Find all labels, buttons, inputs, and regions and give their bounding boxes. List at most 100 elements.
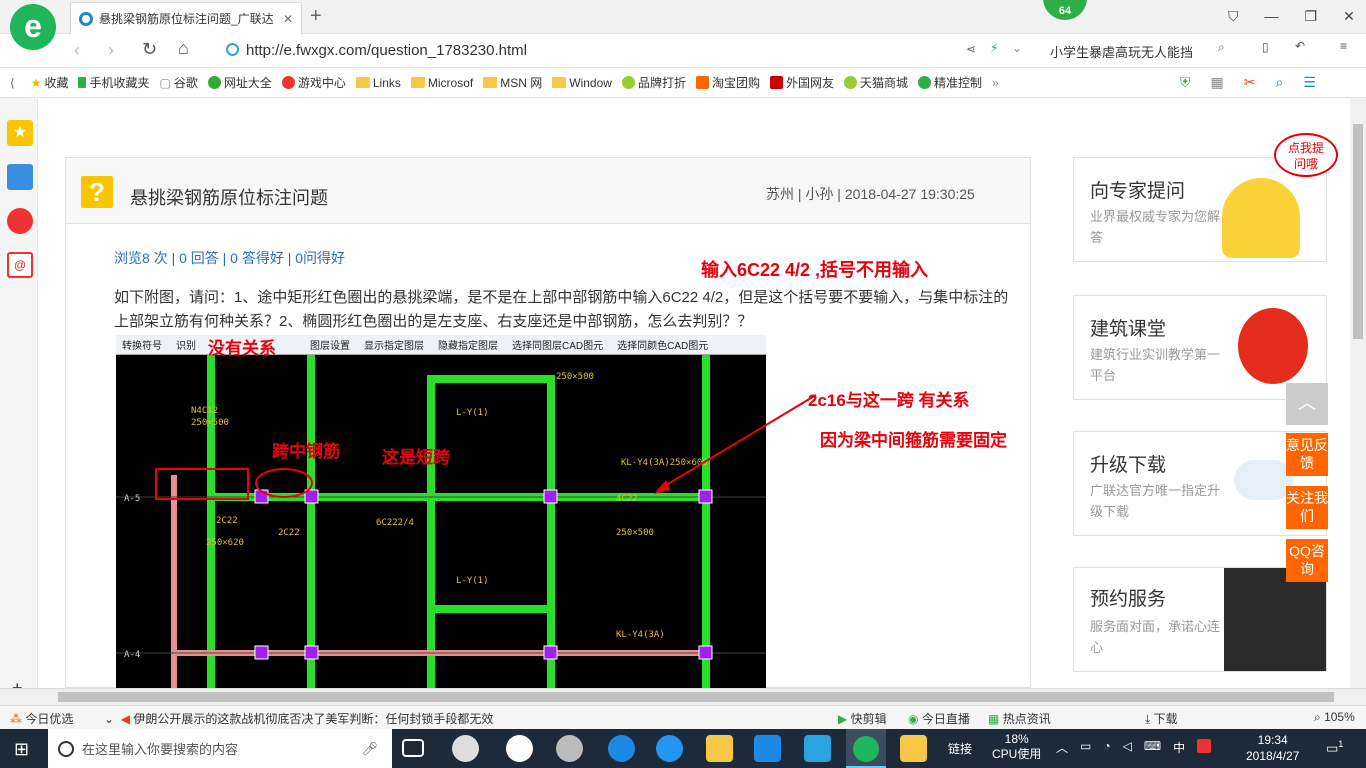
ie-icon[interactable] bbox=[656, 735, 683, 762]
keyboard-icon[interactable]: ⌨ bbox=[1144, 739, 1161, 756]
chrome-icon[interactable] bbox=[556, 735, 583, 762]
status-quickcut[interactable]: ▶ 快剪辑 bbox=[838, 710, 887, 727]
search-icon[interactable]: ⌕ bbox=[1218, 40, 1225, 55]
edge-icon[interactable] bbox=[608, 735, 635, 762]
sidebar-service[interactable]: 预约服务 服务面对面，承诺心连心 bbox=[1073, 567, 1327, 672]
file-explorer-icon[interactable] bbox=[706, 735, 733, 762]
horizontal-scrollbar[interactable] bbox=[0, 688, 1366, 705]
vertical-scrollbar[interactable] bbox=[1350, 98, 1366, 688]
bookmark-links[interactable]: Links bbox=[355, 76, 401, 90]
svg-text:A-5: A-5 bbox=[124, 494, 140, 504]
bookmark-taobao[interactable]: 淘宝团购 bbox=[695, 74, 760, 91]
close-window-icon[interactable]: ✕ bbox=[1343, 8, 1355, 25]
feedback-button[interactable]: 意见反馈 bbox=[1286, 433, 1328, 476]
sidebar-desc: 建筑行业实训教学第一平台 bbox=[1090, 347, 1221, 383]
bookmark-msn[interactable]: MSN 网 bbox=[483, 74, 542, 91]
dropdown-icon[interactable]: ⌄ bbox=[1012, 41, 1022, 55]
active-tab[interactable]: 悬挑梁钢筋原位标注问题_广联达 ✕ bbox=[70, 2, 302, 34]
windows-start-icon[interactable]: ⊞ bbox=[14, 739, 29, 760]
favorites-icon[interactable]: ★ bbox=[7, 120, 33, 146]
phone-icon bbox=[78, 77, 87, 88]
status-live[interactable]: ◉ 今日直播 bbox=[908, 710, 970, 727]
svg-text:4C22: 4C22 bbox=[616, 494, 638, 504]
bookmark-microsoft[interactable]: Microsof bbox=[410, 76, 473, 90]
bookmark-google[interactable]: ▢ 谷歌 bbox=[159, 74, 197, 91]
clock[interactable]: 19:34 2018/4/27 bbox=[1246, 732, 1299, 764]
news-ticker[interactable]: ⌄ ◀ 伊朗公开展示的这款战机彻底否决了美军判断：任何封锁手段都无效 bbox=[104, 710, 493, 727]
back-icon[interactable]: ‹ bbox=[74, 40, 80, 61]
volume-icon[interactable]: ◁ bbox=[1123, 739, 1132, 756]
taskbar-search[interactable]: 在这里输入你要搜索的内容 🎤︎ bbox=[48, 729, 392, 768]
undo-icon[interactable]: ↶ bbox=[1295, 39, 1305, 53]
system-tray: ︿ ▭ ◔ ◁ ⌨ 中 bbox=[1056, 739, 1212, 756]
left-sidebar: ★ @ + bbox=[0, 98, 38, 698]
search-field[interactable]: 小学生暴虐高玩无人能挡 bbox=[1050, 42, 1193, 61]
bookmark-windows[interactable]: Window bbox=[552, 76, 612, 90]
plus-app-icon[interactable] bbox=[804, 735, 831, 762]
magnifier-icon[interactable]: ⌕ bbox=[1275, 74, 1283, 91]
network-icon[interactable]: ▭ bbox=[1080, 739, 1091, 756]
tools-icon[interactable]: ▦ bbox=[1211, 74, 1224, 91]
menu-icon[interactable]: ☰ bbox=[1303, 74, 1316, 91]
url-field[interactable]: http://e.fwxgx.com/question_1783230.html bbox=[246, 42, 527, 59]
bookmark-foreign[interactable]: 外国网友 bbox=[769, 74, 834, 91]
ie-green-icon[interactable] bbox=[506, 735, 533, 762]
lightning-icon[interactable]: ⚡ bbox=[990, 41, 998, 55]
sidebar-desc: 服务面对面，承诺心连心 bbox=[1090, 619, 1221, 655]
ime-indicator[interactable]: 中 bbox=[1173, 739, 1185, 756]
status-download[interactable]: ⤓ 下载 bbox=[1145, 710, 1178, 727]
zoom-level[interactable]: ⌕ 105% bbox=[1314, 710, 1355, 725]
notification-center-icon[interactable]: ▭1 bbox=[1326, 739, 1343, 756]
forward-icon[interactable]: › bbox=[108, 40, 114, 61]
glodon-icon[interactable] bbox=[754, 735, 781, 762]
notes-app-icon[interactable] bbox=[900, 735, 927, 762]
browser-logo-icon[interactable]: e bbox=[10, 4, 56, 50]
active-browser-task[interactable] bbox=[846, 729, 886, 768]
follow-button[interactable]: 关注我们 bbox=[1286, 486, 1328, 529]
wifi-icon[interactable]: ◔ bbox=[1103, 739, 1110, 756]
links-label[interactable]: 链接 bbox=[948, 740, 972, 757]
qq-button[interactable]: QQ咨询 bbox=[1286, 539, 1328, 582]
ask-bubble[interactable]: 点我提问哦 bbox=[1274, 133, 1338, 177]
folder-icon bbox=[355, 77, 370, 88]
restore-icon[interactable]: ❐ bbox=[1305, 8, 1318, 25]
sogou-icon[interactable] bbox=[1197, 739, 1212, 753]
weibo-icon[interactable] bbox=[7, 208, 33, 234]
minimize-icon[interactable]: — bbox=[1265, 8, 1279, 25]
daily-picks[interactable]: ⁂ 今日优选 bbox=[10, 710, 73, 727]
bookmark-tmall[interactable]: 天猫商城 bbox=[843, 74, 908, 91]
bookmark-mobile[interactable]: 手机收藏夹 bbox=[78, 74, 149, 91]
task-view-icon[interactable] bbox=[402, 739, 424, 757]
fan-app-icon[interactable] bbox=[452, 735, 479, 762]
reader-icon[interactable] bbox=[7, 164, 33, 190]
home-icon[interactable]: ⌂ bbox=[178, 38, 189, 59]
svg-text:250×500: 250×500 bbox=[556, 372, 594, 382]
phone-icon[interactable]: ▯ bbox=[1262, 40, 1269, 54]
sidebar-toggle-icon[interactable]: ⟨ bbox=[10, 76, 15, 90]
new-tab-button[interactable]: + bbox=[310, 5, 322, 28]
scroll-thumb[interactable] bbox=[58, 692, 1334, 702]
bookmark-sites[interactable]: 网址大全 bbox=[207, 74, 272, 91]
chevron-up-icon[interactable]: ︿ bbox=[1056, 739, 1068, 756]
scroll-thumb[interactable] bbox=[1353, 124, 1363, 339]
bookmark-precise[interactable]: 精准控制 bbox=[918, 74, 982, 91]
microphone-icon[interactable]: 🎤︎ bbox=[361, 741, 378, 757]
notification-badge[interactable]: 64 bbox=[1043, 0, 1087, 20]
question-stats[interactable]: 浏览8 次 | 0 回答 | 0 答得好 | 0问得好 bbox=[114, 248, 345, 268]
refresh-icon[interactable]: ↻ bbox=[142, 39, 157, 60]
secure-icon bbox=[226, 43, 239, 56]
share-icon[interactable]: ⋖ bbox=[966, 42, 976, 56]
bookmark-favorites[interactable]: ★ 收藏 bbox=[31, 74, 69, 91]
bookmark-games[interactable]: 游戏中心 bbox=[281, 74, 346, 91]
bookmark-brand[interactable]: 品牌打折 bbox=[621, 74, 686, 91]
more-bookmarks-icon[interactable]: » bbox=[992, 76, 999, 90]
back-to-top-button[interactable]: ︿ bbox=[1286, 383, 1328, 425]
shield-icon[interactable]: ⛨ bbox=[1180, 74, 1191, 91]
page-favicon-icon bbox=[79, 11, 93, 26]
scissors-icon[interactable]: ✂ bbox=[1244, 74, 1256, 91]
menu-icon[interactable]: ≡ bbox=[1340, 39, 1347, 53]
close-tab-icon[interactable]: ✕ bbox=[283, 12, 293, 26]
shirt-icon[interactable]: ⛉ bbox=[1228, 8, 1239, 25]
email-icon[interactable]: @ bbox=[7, 252, 33, 278]
status-news[interactable]: ▦ 热点资讯 bbox=[988, 710, 1051, 727]
